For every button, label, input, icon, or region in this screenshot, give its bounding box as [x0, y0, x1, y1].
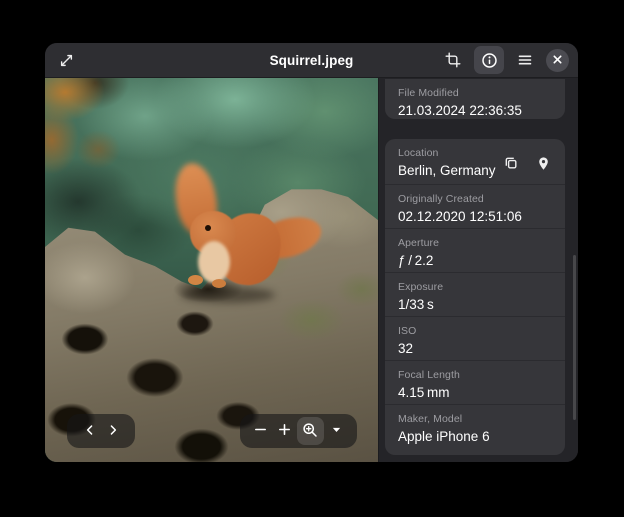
property-label: ISO [398, 324, 552, 338]
zoom-in-icon [277, 422, 292, 440]
crop-button[interactable] [440, 47, 466, 73]
property-label: Aperture [398, 236, 552, 250]
property-originally-created: Originally Created 02.12.2020 12:51:06 [385, 184, 565, 228]
property-file-modified: File Modified 21.03.2024 22:36:35 [385, 79, 565, 119]
map-pin-icon [536, 156, 551, 171]
window-content: File Modified 21.03.2024 22:36:35 Locati… [45, 78, 578, 462]
copy-location-button[interactable] [499, 151, 523, 175]
property-focal-length: Focal Length 4.15 mm [385, 360, 565, 404]
property-label: Originally Created [398, 192, 552, 206]
property-value: 32 [398, 339, 552, 358]
titlebar: Squirrel.jpeg [45, 43, 578, 78]
fullscreen-button[interactable] [53, 47, 79, 73]
property-label: File Modified [398, 86, 552, 100]
property-value: ƒ / 2.2 [398, 251, 552, 270]
properties-toggle-button[interactable] [474, 46, 504, 74]
navigation-pill [67, 414, 135, 448]
dropdown-caret-icon [330, 423, 343, 439]
desktop-background: Squirrel.jpeg [0, 0, 624, 517]
panel-scrollbar[interactable] [573, 255, 576, 420]
zoom-in-button[interactable] [273, 417, 297, 445]
copy-icon [503, 155, 519, 171]
property-label: Focal Length [398, 368, 552, 382]
main-menu-button[interactable] [512, 47, 538, 73]
property-value: 21.03.2024 22:36:35 [398, 101, 552, 119]
crop-icon [445, 52, 461, 68]
properties-card-main: Location Berlin, Germany [385, 139, 565, 455]
property-aperture: Aperture ƒ / 2.2 [385, 228, 565, 272]
property-label: Maker, Model [398, 412, 552, 426]
previous-image-button[interactable] [78, 417, 101, 445]
zoom-toggle-button[interactable] [297, 417, 325, 445]
property-value: 1/33 s [398, 295, 552, 314]
property-value: 02.12.2020 12:51:06 [398, 207, 552, 226]
close-icon [552, 53, 563, 68]
zoom-out-icon [253, 422, 268, 440]
photo-viewport[interactable] [45, 78, 378, 462]
close-window-button[interactable] [546, 49, 569, 72]
property-maker-model: Maker, Model Apple iPhone 6 [385, 404, 565, 455]
image-viewer-window: Squirrel.jpeg [45, 43, 578, 462]
fullscreen-icon [59, 53, 74, 68]
property-value: Apple iPhone 6 [398, 427, 552, 446]
squirrel-subject [170, 163, 330, 313]
magnifier-plus-icon [302, 422, 318, 441]
menu-icon [517, 52, 533, 68]
card-gap [385, 119, 565, 139]
chevron-left-icon [83, 423, 97, 440]
properties-panel: File Modified 21.03.2024 22:36:35 Locati… [378, 78, 578, 462]
properties-card-top: File Modified 21.03.2024 22:36:35 [385, 79, 565, 119]
zoom-controls-pill [240, 414, 357, 448]
info-icon [481, 52, 498, 69]
next-image-button[interactable] [101, 417, 124, 445]
property-iso: ISO 32 [385, 316, 565, 360]
zoom-out-button[interactable] [249, 417, 273, 445]
open-map-button[interactable] [531, 151, 555, 175]
property-exposure: Exposure 1/33 s [385, 272, 565, 316]
property-location: Location Berlin, Germany [385, 139, 565, 184]
chevron-right-icon [106, 423, 120, 440]
property-value: 4.15 mm [398, 383, 552, 402]
property-label: Exposure [398, 280, 552, 294]
zoom-menu-button[interactable] [324, 417, 348, 445]
